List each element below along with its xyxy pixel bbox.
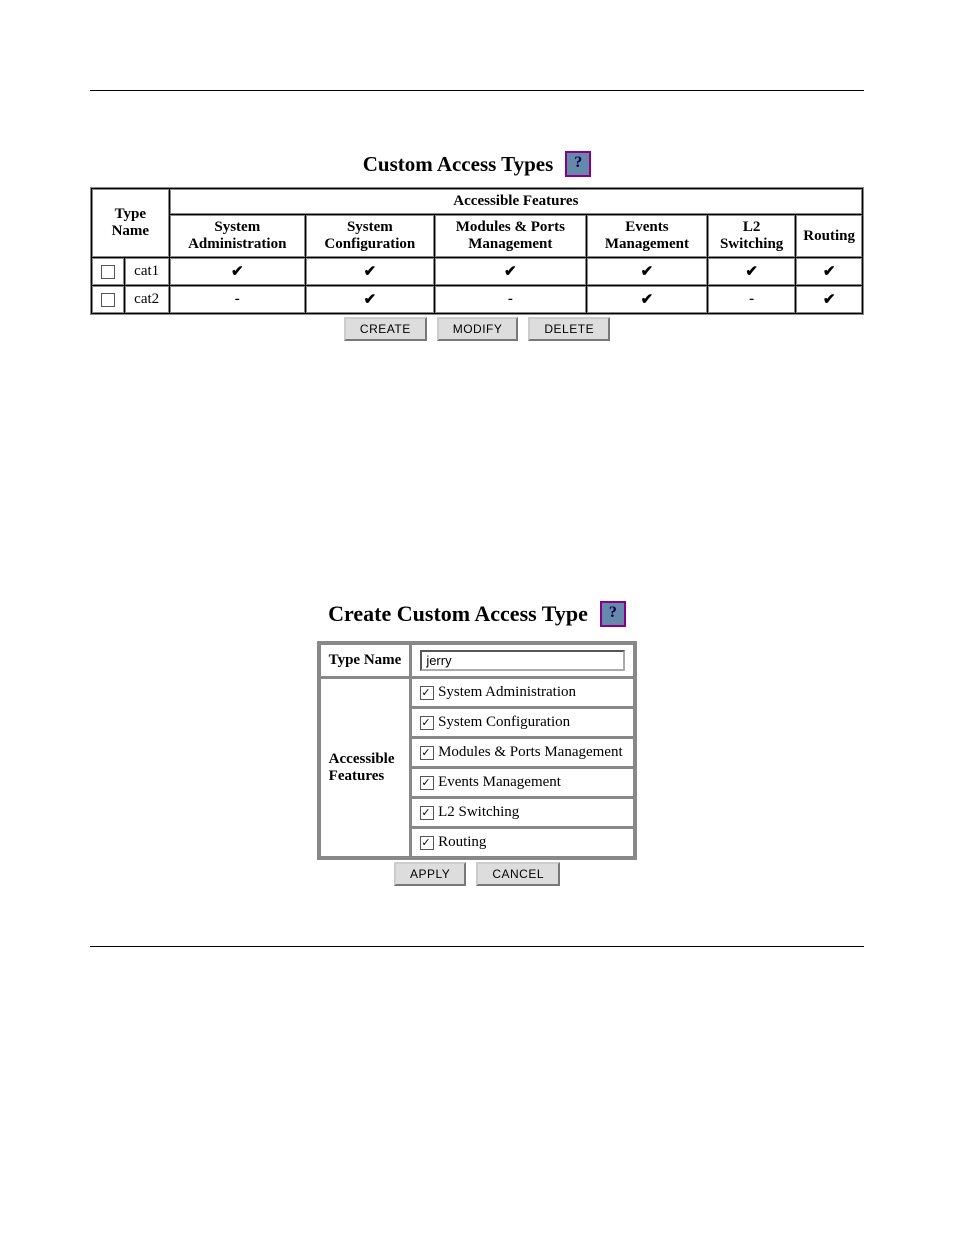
type-name-cell: cat2 <box>125 286 169 313</box>
create-access-type-table: Type Name AccessibleFeatures System Admi… <box>317 641 638 860</box>
col-modules-ports: Modules & Ports Management <box>435 215 586 257</box>
feature-cell: ✔ <box>435 258 586 285</box>
apply-button[interactable]: APPLY <box>394 862 466 886</box>
feature-checkbox[interactable] <box>420 776 434 790</box>
feature-cell: ✔ <box>708 258 795 285</box>
feature-label: System Administration <box>438 684 576 700</box>
feature-cell: - <box>708 286 795 313</box>
type-name-cell: cat1 <box>125 258 169 285</box>
feature-checkbox[interactable] <box>420 746 434 760</box>
feature-cell: ✔ <box>796 258 862 285</box>
custom-access-types-heading: Custom Access Types <box>90 151 864 177</box>
col-routing: Routing <box>796 215 862 257</box>
cancel-button[interactable]: CANCEL <box>476 862 560 886</box>
create-button[interactable]: CREATE <box>344 317 427 341</box>
feature-cell: ✔ <box>306 286 434 313</box>
col-type-name: Type Name <box>92 189 169 257</box>
delete-button[interactable]: DELETE <box>528 317 610 341</box>
col-l2-switching: L2 Switching <box>708 215 795 257</box>
access-types-table: Type Name Accessible Features System Adm… <box>90 187 864 315</box>
feature-cell: ✔ <box>587 258 707 285</box>
feature-cell: ✔ <box>170 258 305 285</box>
type-name-label: Type Name <box>320 644 411 677</box>
feature-cell: - <box>435 286 586 313</box>
table-row: cat2 - ✔ - ✔ - ✔ <box>92 286 862 313</box>
help-icon[interactable] <box>565 151 591 177</box>
feature-cell: ✔ <box>306 258 434 285</box>
section-title: Custom Access Types <box>363 152 554 177</box>
feature-label: Routing <box>438 834 486 850</box>
feature-label: Modules & Ports Management <box>438 744 623 760</box>
feature-label: L2 Switching <box>438 804 519 820</box>
col-system-administration: System Administration <box>170 215 305 257</box>
help-icon[interactable] <box>600 601 626 627</box>
accessible-features-label: AccessibleFeatures <box>320 678 411 857</box>
section-title: Create Custom Access Type <box>328 601 588 627</box>
feature-checkbox[interactable] <box>420 716 434 730</box>
feature-label: System Configuration <box>438 714 570 730</box>
col-events-management: Events Management <box>587 215 707 257</box>
col-system-configuration: System Configuration <box>306 215 434 257</box>
row-checkbox[interactable] <box>101 293 115 307</box>
feature-checkbox[interactable] <box>420 686 434 700</box>
type-name-input[interactable] <box>420 650 625 671</box>
col-accessible-features: Accessible Features <box>170 189 862 214</box>
modify-button[interactable]: MODIFY <box>437 317 519 341</box>
table-row: cat1 ✔ ✔ ✔ ✔ ✔ ✔ <box>92 258 862 285</box>
feature-checkbox[interactable] <box>420 836 434 850</box>
create-custom-access-heading: Create Custom Access Type <box>297 601 657 627</box>
feature-cell: ✔ <box>796 286 862 313</box>
feature-label: Events Management <box>438 774 561 790</box>
row-checkbox[interactable] <box>101 265 115 279</box>
feature-cell: ✔ <box>587 286 707 313</box>
feature-checkbox[interactable] <box>420 806 434 820</box>
feature-cell: - <box>170 286 305 313</box>
